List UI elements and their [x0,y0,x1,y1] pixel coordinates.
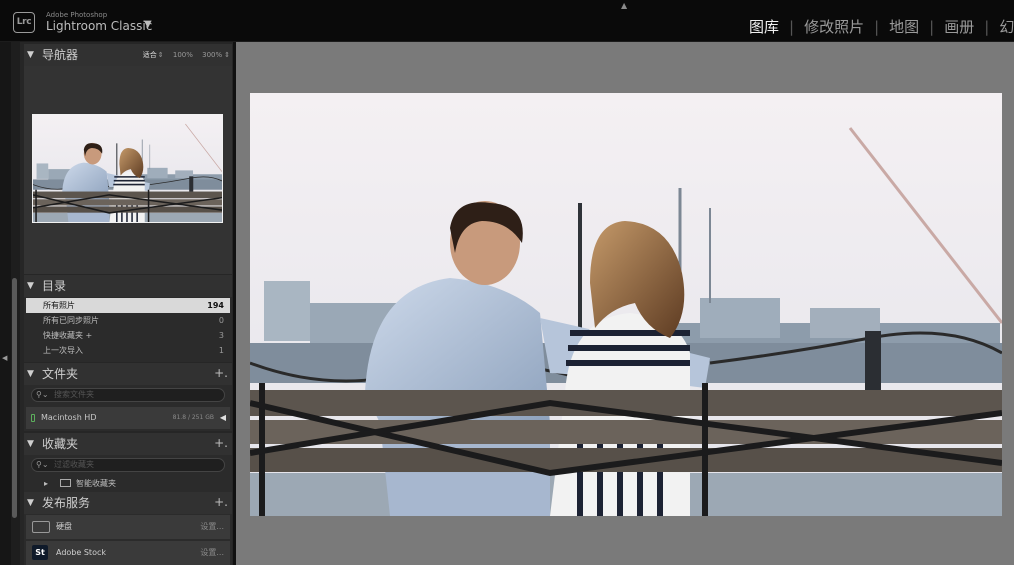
left-panel-toggle-strip[interactable]: ◀ [0,42,11,565]
adobe-stock-icon: St [32,545,48,560]
folders-header[interactable]: ▼ 文件夹 +. [24,363,232,385]
catalog-header[interactable]: ▼ 目录 [24,275,232,297]
search-icon: ⚲⌄ [36,460,49,469]
catalog-row-all-photos[interactable]: 所有照片 194 [26,298,230,313]
identity-plate-caret-icon[interactable]: ▼ [144,19,152,30]
catalog-title: 目录 [42,279,67,293]
left-panel: ▼ 导航器 适合⇕ 100% 300% ⇕ ▼ 目录 所有照片 194 所有已同步… [20,42,236,565]
catalog-row-count: 1 [218,346,224,355]
catalog-row-label: 所有照片 [43,301,75,310]
lightroom-logo-icon: Lrc [13,12,35,33]
collections-pane: ⚲⌄ 过滤收藏夹 ▸ 智能收藏夹 [24,455,232,493]
catalog-row-label: 快捷收藏夹 + [43,331,93,340]
vendor-label: Adobe Photoshop [46,11,108,19]
loupe-view[interactable] [236,42,1014,565]
navigator-zoom-options: 适合⇕ 100% 300% ⇕ [136,44,230,66]
navigator-preview-area[interactable] [24,66,232,274]
collections-search-placeholder: 过滤收藏夹 [54,460,94,469]
publish-service-label: 硬盘 [56,522,72,531]
folders-title: 文件夹 [42,367,79,381]
module-map[interactable]: 地图 [889,18,919,36]
navigator-thumbnail[interactable] [32,114,223,223]
collections-search-input[interactable]: ⚲⌄ 过滤收藏夹 [31,458,225,472]
catalog-row-previous-import[interactable]: 上一次导入 1 [26,343,230,358]
publish-service-label: Adobe Stock [56,548,106,557]
catalog-row-count: 0 [218,316,224,325]
collapse-triangle-icon[interactable]: ▼ [27,44,34,66]
navigator-header[interactable]: ▼ 导航器 适合⇕ 100% 300% ⇕ [24,44,232,66]
catalog-row-label: 所有已同步照片 [43,316,99,325]
volume-size: 81.8 / 251 GB [172,414,214,421]
collections-title: 收藏夹 [42,437,79,451]
zoom-fit-option[interactable]: 适合 [143,51,157,59]
catalog-row-count: 3 [218,331,224,340]
volume-name: Macintosh HD [41,413,97,422]
module-slideshow[interactable]: 幻 [999,18,1014,36]
publish-service-adobe-stock[interactable]: St Adobe Stock 设置... [26,541,230,565]
add-folder-plus-icon[interactable]: +. [214,362,228,384]
publish-service-setup-link[interactable]: 设置... [200,541,224,565]
module-separator: | [874,18,880,36]
smart-collections-row[interactable]: ▸ 智能收藏夹 [24,478,116,489]
collections-header[interactable]: ▼ 收藏夹 +. [24,433,232,455]
add-collection-plus-icon[interactable]: +. [214,432,228,454]
volume-status-indicator-icon [31,414,35,422]
publish-service-setup-link[interactable]: 设置... [200,515,224,539]
folders-pane: ⚲⌄ 搜索文件夹 Macintosh HD 81.8 / 251 GB ◀ [24,385,232,431]
folders-search-placeholder: 搜索文件夹 [54,390,94,399]
zoom-300-option[interactable]: 300% [202,51,222,59]
collapse-triangle-icon[interactable]: ▼ [27,275,34,297]
hard-drive-icon [32,521,50,533]
folders-search-input[interactable]: ⚲⌄ 搜索文件夹 [31,388,225,402]
top-bar: Lrc Adobe Photoshop Lightroom Classic ▼ … [0,0,1014,42]
main-photo-image [250,93,1002,516]
module-develop[interactable]: 修改照片 [804,18,864,36]
add-publish-service-plus-icon[interactable]: +. [214,491,228,513]
zoom-fit-arrows-icon[interactable]: ⇕ [158,51,164,59]
navigator-thumbnail-image [33,115,222,222]
catalog-row-quick-collection[interactable]: 快捷收藏夹 + 3 [26,328,230,343]
volume-row-macintosh-hd[interactable]: Macintosh HD 81.8 / 251 GB ◀ [26,407,230,429]
collapse-left-panel-arrow-icon[interactable]: ◀ [2,354,7,362]
app-name-menu[interactable]: Lightroom Classic [46,19,152,33]
module-separator: | [984,18,990,36]
left-panel-scroll-thumb[interactable] [12,278,17,518]
smart-collection-folder-icon [60,479,72,487]
module-separator: | [929,18,935,36]
catalog-list: 所有照片 194 所有已同步照片 0 快捷收藏夹 + 3 上一次导入 1 [24,297,232,362]
volume-expand-arrow-icon[interactable]: ◀ [220,407,226,429]
catalog-row-label: 上一次导入 [43,346,83,355]
publish-services-title: 发布服务 [42,496,91,510]
search-icon: ⚲⌄ [36,390,49,399]
navigator-title: 导航器 [42,48,79,62]
module-picker: 图库 | 修改照片 | 地图 | 画册 | 幻 [749,16,1014,37]
collapse-triangle-icon[interactable]: ▼ [27,492,34,514]
publish-services-header[interactable]: ▼ 发布服务 +. [24,492,232,514]
collapse-triangle-icon[interactable]: ▼ [27,363,34,385]
hide-top-panel-arrow-icon[interactable]: ▲ [621,1,627,10]
main-photo[interactable] [250,93,1002,516]
collapse-triangle-icon[interactable]: ▼ [27,433,34,455]
module-book[interactable]: 画册 [944,18,974,36]
module-library[interactable]: 图库 [749,18,779,36]
smart-collections-label: 智能收藏夹 [76,479,117,488]
publish-service-hard-drive[interactable]: 硬盘 设置... [26,515,230,539]
expand-arrow-icon[interactable]: ▸ [44,479,48,488]
zoom-more-arrows-icon[interactable]: ⇕ [224,51,230,59]
catalog-row-synced-photos[interactable]: 所有已同步照片 0 [26,313,230,328]
zoom-100-option[interactable]: 100% [173,51,193,59]
publish-services-pane: 硬盘 设置... St Adobe Stock 设置... [24,514,232,565]
module-separator: | [789,18,795,36]
catalog-row-count: 194 [207,301,224,310]
